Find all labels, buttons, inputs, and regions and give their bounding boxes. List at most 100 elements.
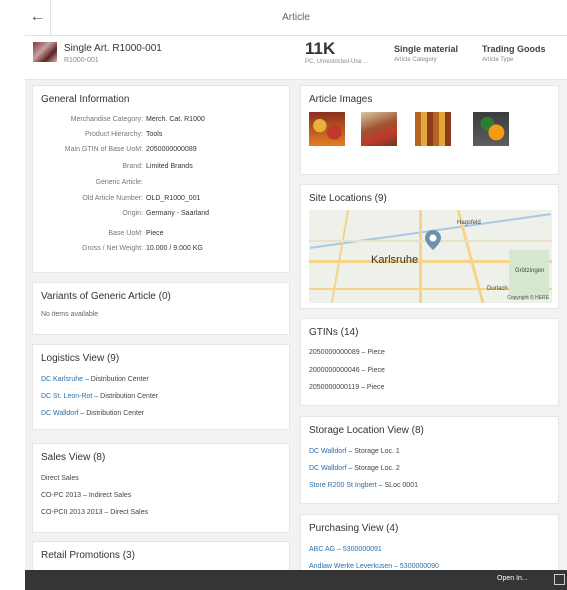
object-title: Single Art. R1000-001 [64, 43, 162, 54]
site-type: – Distribution Center [78, 410, 145, 417]
article-image-produce[interactable] [415, 112, 451, 146]
site-link[interactable]: DC St. Leon-Rot [41, 393, 92, 400]
open-in-button[interactable]: Open In... [497, 575, 528, 582]
vendor-link[interactable]: ABC AG – 5300000091 [309, 546, 382, 553]
info-value: 10.000 / 9.000 KG [146, 245, 203, 252]
list-item[interactable]: Andlaw Werke Leverkusen – 5300000090 [309, 563, 439, 570]
list-item[interactable]: DC Walldorf – Storage Loc. 2 [309, 465, 400, 472]
object-subtitle: R1000-001 [64, 57, 99, 64]
site-type: – Distribution Center [83, 376, 149, 383]
top-bar: ← Article [25, 0, 567, 36]
list-item[interactable]: ABC AG – 5300000091 [309, 546, 382, 553]
sales-view-card[interactable]: Sales View (8) Direct Sales CO-PC 2013 –… [32, 443, 290, 533]
stock-kpi-value: 11K [305, 39, 336, 58]
info-row: Old Article Number: OLD_R1000_001 [33, 195, 289, 205]
info-row: Main GTIN of Base UoM: 2050000000089 [33, 146, 289, 156]
article-type-value: Trading Goods [482, 44, 546, 54]
card-title: Site Locations (9) [309, 193, 387, 204]
article-thumbnail [33, 42, 57, 62]
map-place-label: Grötzingen [515, 268, 545, 274]
site-link[interactable]: DC Walldorf [41, 410, 78, 417]
info-value: Germany - Saarland [146, 210, 210, 217]
share-icon[interactable] [554, 574, 565, 585]
article-image-market[interactable] [361, 112, 397, 146]
card-title: Sales View (8) [41, 452, 106, 463]
card-title: Logistics View (9) [41, 353, 120, 364]
article-type-label: Article Type [482, 57, 514, 63]
location-link[interactable]: DC Walldorf [309, 448, 346, 455]
list-item[interactable]: Direct Sales [41, 475, 79, 482]
storage-location-card[interactable]: Storage Location View (8) DC Walldorf – … [300, 416, 559, 504]
location-link[interactable]: Store R200 St Ingbert [309, 482, 377, 489]
location-link[interactable]: DC Walldorf [309, 465, 346, 472]
gtins-card[interactable]: GTINs (14) 2050000000089 – Piece 2000000… [300, 318, 559, 406]
map-place-label: Hagsfeld [457, 220, 481, 226]
info-row: Brand: Limited Brands [33, 163, 289, 173]
list-item[interactable]: DC Walldorf – Storage Loc. 1 [309, 448, 400, 455]
info-row: Gross / Net Weight: 10.000 / 9.000 KG [33, 245, 289, 255]
logistics-view-card[interactable]: Logistics View (9) DC Karlsruhe – Distri… [32, 344, 290, 430]
list-item[interactable]: CO-PCII 2013 2013 – Direct Sales [41, 509, 148, 516]
card-title: Article Images [309, 94, 373, 105]
info-label: Old Article Number: [82, 195, 143, 202]
card-title: Variants of Generic Article (0) [41, 291, 171, 302]
info-row: Origin: Germany - Saarland [33, 210, 289, 220]
card-title: Purchasing View (4) [309, 523, 399, 534]
info-label: Origin: [122, 210, 143, 217]
info-label: Generic Article: [95, 179, 143, 186]
article-image-spices[interactable] [309, 112, 345, 146]
info-value: 2050000000089 [146, 146, 197, 153]
info-label: Gross / Net Weight: [82, 245, 143, 252]
list-item[interactable]: DC Karlsruhe – Distribution Center [41, 376, 149, 383]
list-item[interactable]: Store R200 St Ingbert – SLoc 0001 [309, 482, 418, 489]
info-label: Base UoM: [108, 230, 143, 237]
list-item[interactable]: DC Walldorf – Distribution Center [41, 410, 144, 417]
map-copyright: Copyright © HERE [507, 295, 549, 301]
site-type: – Distribution Center [92, 393, 159, 400]
map-city-label: Karlsruhe [371, 254, 419, 266]
info-label: Product Hierarchy: [85, 131, 143, 138]
list-item[interactable]: 2000000000046 – Piece [309, 367, 385, 374]
card-title: GTINs (14) [309, 327, 359, 338]
list-item[interactable]: CO-PC 2013 – Indirect Sales [41, 492, 131, 499]
app-frame: ← Article Single Art. R1000-001 R1000-00… [25, 0, 567, 590]
info-label: Merchandise Category: [70, 116, 143, 123]
info-label: Main GTIN of Base UoM: [64, 146, 143, 153]
variants-card[interactable]: Variants of Generic Article (0) No items… [32, 282, 290, 335]
info-value: Merch. Cat. R1000 [146, 116, 205, 123]
footer-toolbar: Open In... [25, 570, 567, 590]
object-header: Single Art. R1000-001 R1000-001 11K PC, … [25, 36, 567, 80]
info-value: Tools [146, 131, 163, 138]
info-value: Piece [146, 230, 164, 237]
card-title: General Information [41, 94, 130, 105]
site-link[interactable]: DC Karlsruhe [41, 376, 83, 383]
empty-state-text: No items available [41, 311, 99, 318]
article-category-value: Single material [394, 44, 459, 54]
article-images-card: Article Images [300, 85, 559, 175]
site-map[interactable]: Karlsruhe Hagsfeld Grötzingen Durlach Co… [309, 210, 552, 303]
stock-kpi-label: PC, Unrestricted-Use ... [305, 59, 369, 65]
location-detail: – SLoc 0001 [376, 482, 418, 489]
info-label: Brand: [122, 163, 143, 170]
card-title: Storage Location View (8) [309, 425, 424, 436]
info-row: Product Hierarchy: Tools [33, 131, 289, 141]
list-item[interactable]: 2050000000089 – Piece [309, 349, 385, 356]
location-detail: – Storage Loc. 1 [346, 448, 400, 455]
map-pin-icon[interactable] [425, 230, 441, 250]
info-row: Merchandise Category: Merch. Cat. R1000 [33, 116, 289, 126]
info-row: Generic Article: [33, 179, 289, 189]
info-value: Limited Brands [146, 163, 193, 170]
article-image-oranges[interactable] [473, 112, 509, 146]
vendor-link[interactable]: Andlaw Werke Leverkusen – 5300000090 [309, 563, 439, 570]
article-category-label: Article Category [394, 57, 437, 63]
location-detail: – Storage Loc. 2 [346, 465, 400, 472]
list-item[interactable]: DC St. Leon-Rot – Distribution Center [41, 393, 158, 400]
general-information-card: General Information Merchandise Category… [32, 85, 290, 273]
page-title: Article [282, 12, 310, 23]
list-item[interactable]: 2050000000119 – Piece [309, 384, 384, 391]
map-place-label: Durlach [487, 286, 508, 292]
info-value: OLD_R1000_001 [146, 195, 201, 202]
site-locations-card: Site Locations (9) Karlsruhe Hagsfeld Gr… [300, 184, 559, 309]
info-row: Base UoM: Piece [33, 230, 289, 240]
card-title: Retail Promotions (3) [41, 550, 135, 561]
